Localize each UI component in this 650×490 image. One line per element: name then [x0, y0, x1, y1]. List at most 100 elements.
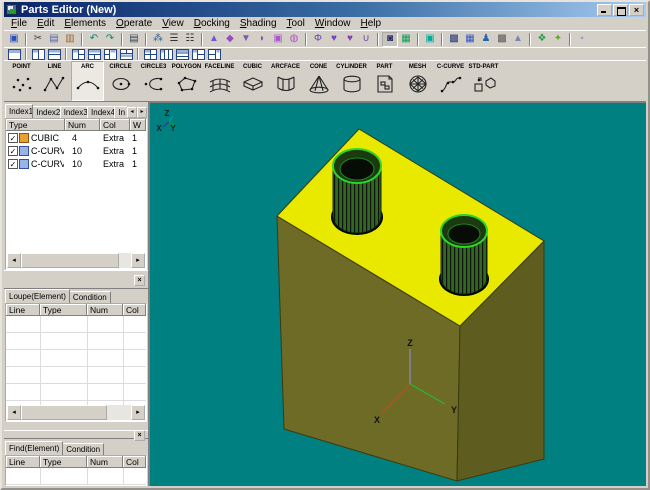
tool-circle3-button[interactable]: CIRCLE3	[137, 61, 170, 101]
row-checkbox[interactable]: ✓	[8, 133, 18, 143]
shade-mode-icon[interactable]: ◙	[382, 32, 398, 47]
grid-blue-icon[interactable]: ▦	[462, 32, 478, 47]
user-icon[interactable]: ♟	[478, 32, 494, 47]
tool-purple-6-icon[interactable]: ◍	[286, 32, 302, 47]
find-column-line[interactable]: Line	[6, 456, 40, 468]
cylinder-left[interactable]	[331, 149, 383, 235]
align-icon[interactable]: ☷	[182, 32, 198, 47]
blue-dot-icon[interactable]: ◦	[574, 32, 590, 47]
close-find-panel-button[interactable]: ×	[134, 430, 145, 441]
layout-3row-icon[interactable]	[174, 48, 190, 61]
tool-arc-button[interactable]: ARC	[71, 61, 104, 101]
tool-c-curve-button[interactable]: C-CURVE	[434, 61, 467, 101]
splitter-2[interactable]: ×	[4, 430, 148, 439]
menu-elements[interactable]: Elements	[59, 17, 111, 30]
tool-polygon-button[interactable]: POLYGON	[170, 61, 203, 101]
menu-file[interactable]: File	[6, 17, 32, 30]
phi-icon[interactable]: Φ	[310, 32, 326, 47]
index-row-c-curve[interactable]: ✓C-CURVE10Extra1	[6, 144, 146, 157]
tool-point-button[interactable]: POINT	[5, 61, 38, 101]
index-row-c-curve[interactable]: ✓C-CURVE10Extra1	[6, 157, 146, 170]
menu-view[interactable]: View	[157, 17, 189, 30]
tool-cone-button[interactable]: CONE	[302, 61, 335, 101]
tab-scroll-right-icon[interactable]: ▸	[137, 107, 147, 118]
cut-icon[interactable]: ✂	[30, 32, 46, 47]
close-loupe-panel-button[interactable]: ×	[134, 275, 145, 286]
loupe-tab-condition[interactable]: Condition	[69, 291, 111, 303]
loupe-tab-loupe-element-[interactable]: Loupe(Element)	[5, 289, 70, 303]
green-tool-1-icon[interactable]: ❖	[534, 32, 550, 47]
loupe-column-type[interactable]: Type	[40, 304, 87, 316]
save-icon[interactable]: ▣	[6, 32, 22, 47]
index-column-num[interactable]: Num	[65, 119, 100, 131]
tool-purple-1-icon[interactable]: ▲	[206, 32, 222, 47]
scroll-thumb[interactable]	[21, 405, 107, 420]
find-column-type[interactable]: Type	[40, 456, 87, 468]
scroll-right-icon[interactable]: ▸	[131, 405, 145, 420]
tool-mesh-button[interactable]: MESH	[401, 61, 434, 101]
menu-window[interactable]: Window	[310, 17, 356, 30]
find-column-col[interactable]: Col	[123, 456, 146, 468]
row-checkbox[interactable]: ✓	[8, 159, 18, 169]
index-row-cubic[interactable]: ✓CUBIC4Extra1	[6, 131, 146, 144]
layout-3col-icon[interactable]	[158, 48, 174, 61]
cylinder-right[interactable]	[439, 215, 489, 296]
loupe-table-body[interactable]	[6, 316, 146, 405]
cone-tool-icon[interactable]: ▲	[510, 32, 526, 47]
title-bar[interactable]: Parts Editor (New) ×	[4, 2, 646, 17]
list-icon[interactable]: ☰	[166, 32, 182, 47]
find-table-body[interactable]	[6, 468, 146, 485]
find-tab-condition[interactable]: Condition	[62, 443, 104, 455]
viewport-canvas[interactable]: Z X Y Z X Y	[150, 103, 646, 486]
index-tab-index1[interactable]: Index1	[5, 104, 33, 118]
paste-icon[interactable]: ▥	[62, 32, 78, 47]
layout-quad-icon[interactable]	[142, 48, 158, 61]
menu-operate[interactable]: Operate	[111, 17, 157, 30]
menu-docking[interactable]: Docking	[189, 17, 235, 30]
menu-shading[interactable]: Shading	[235, 17, 282, 30]
close-button[interactable]: ×	[629, 4, 644, 16]
layout-quad-left-icon[interactable]	[206, 48, 222, 61]
shield-3-icon[interactable]: ∪	[358, 32, 374, 47]
tool-line-button[interactable]: LINE	[38, 61, 71, 101]
scroll-left-icon[interactable]: ◂	[7, 253, 21, 268]
viewport[interactable]: Z X Y Z X Y	[148, 102, 646, 486]
tool-purple-5-icon[interactable]: ▣	[270, 32, 286, 47]
minimize-button[interactable]	[597, 4, 612, 16]
index-column-col[interactable]: Col	[100, 119, 130, 131]
loupe-column-num[interactable]: Num	[87, 304, 123, 316]
redo-icon[interactable]: ↷	[102, 32, 118, 47]
tool-purple-2-icon[interactable]: ◆	[222, 32, 238, 47]
index-tab-index3[interactable]: Index3	[60, 106, 88, 118]
node-link-icon[interactable]: ⁂	[150, 32, 166, 47]
menu-help[interactable]: Help	[356, 17, 387, 30]
solid-box[interactable]	[277, 129, 544, 481]
index-tab-index2[interactable]: Index2	[32, 106, 60, 118]
layout-hsplit-icon[interactable]	[46, 48, 62, 61]
scroll-thumb[interactable]	[21, 253, 119, 268]
shield-1-icon[interactable]: ♥	[326, 32, 342, 47]
index-column-type[interactable]: Type	[6, 119, 65, 131]
tool-faceline-button[interactable]: FACELINE	[203, 61, 236, 101]
splitter-1[interactable]: ×	[4, 270, 148, 289]
copy-icon[interactable]: ▤	[46, 32, 62, 47]
layout-3pane-c-icon[interactable]	[102, 48, 118, 61]
tool-std-part-button[interactable]: STD-PART	[467, 61, 500, 101]
loupe-column-line[interactable]: Line	[6, 304, 40, 316]
undo-icon[interactable]: ↶	[86, 32, 102, 47]
find-column-num[interactable]: Num	[87, 456, 123, 468]
layout-3pane-b-icon[interactable]	[86, 48, 102, 61]
scroll-right-icon[interactable]: ▸	[131, 253, 145, 268]
print-icon[interactable]: ▤	[126, 32, 142, 47]
menu-edit[interactable]: Edit	[32, 17, 59, 30]
tool-arcface-button[interactable]: ARCFACE	[269, 61, 302, 101]
loupe-hscrollbar[interactable]: ◂ ▸	[7, 405, 145, 420]
layout-3pane-a-icon[interactable]	[70, 48, 86, 61]
layout-quad-right-icon[interactable]	[190, 48, 206, 61]
menu-tool[interactable]: Tool	[282, 17, 310, 30]
layout-3pane-d-icon[interactable]	[118, 48, 134, 61]
tool-part-button[interactable]: PART	[368, 61, 401, 101]
tool-purple-4-icon[interactable]: ◗	[254, 32, 270, 47]
tab-scroll-left-icon[interactable]: ◂	[127, 107, 137, 118]
index-hscrollbar[interactable]: ◂ ▸	[7, 253, 145, 268]
